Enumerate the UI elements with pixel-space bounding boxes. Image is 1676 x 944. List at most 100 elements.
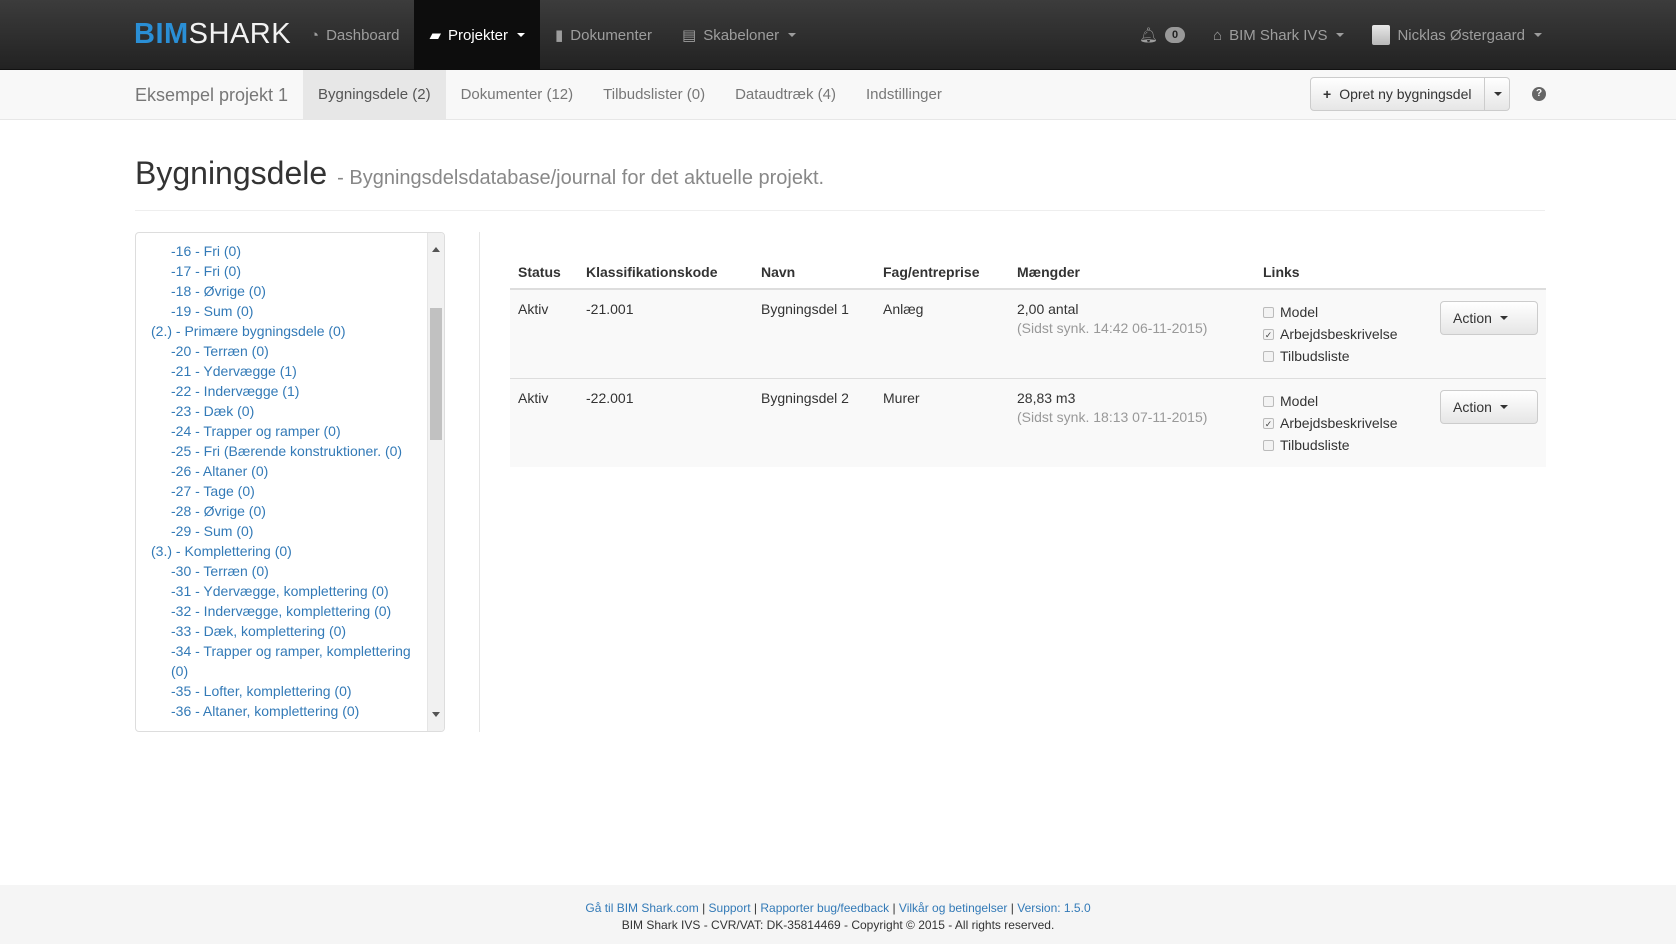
footer-link-support[interactable]: Support xyxy=(709,901,751,915)
chevron-down-icon xyxy=(1534,33,1542,37)
tree-item[interactable]: -23 - Dæk (0) xyxy=(151,401,426,421)
link-model[interactable]: Model xyxy=(1263,390,1424,412)
tab-dataudtraek[interactable]: Dataudtræk (4) xyxy=(720,70,851,120)
cell-fag: Murer xyxy=(875,378,1009,467)
page-subtitle: - Bygningsdelsdatabase/journal for det a… xyxy=(337,167,825,189)
tree-item[interactable]: -28 - Øvrige (0) xyxy=(151,501,426,521)
tab-tilbudslister[interactable]: Tilbudslister (0) xyxy=(588,70,720,120)
checkbox-arbejdsbeskrivelse[interactable]: ✓ xyxy=(1263,328,1274,340)
plus-icon: + xyxy=(1323,86,1332,102)
cell-name: Bygningsdel 2 xyxy=(753,378,875,467)
brand-logo[interactable]: BIM SHARK xyxy=(134,14,291,54)
tab-dokumenter[interactable]: Dokumenter (12) xyxy=(446,70,589,120)
nav-dokumenter[interactable]: ▮ Dokumenter xyxy=(540,0,667,70)
scroll-thumb[interactable] xyxy=(430,308,442,440)
file-icon: ▮ xyxy=(555,27,564,44)
link-tilbudsliste[interactable]: Tilbudsliste xyxy=(1263,434,1424,456)
footer-link-bimshark[interactable]: Gå til BIM Shark.com xyxy=(585,901,698,915)
tree-item[interactable]: -16 - Fri (0) xyxy=(151,241,426,261)
nav-projekter[interactable]: ▰ Projekter xyxy=(414,0,541,70)
help-icon[interactable]: ? xyxy=(1532,87,1546,101)
tree-item[interactable]: -34 - Trapper og ramper, komplettering xyxy=(151,641,426,661)
action-button[interactable]: Action xyxy=(1440,301,1538,335)
column-header-name: Navn xyxy=(753,255,875,290)
tree-item[interactable]: -18 - Øvrige (0) xyxy=(151,281,426,301)
nav-dashboard[interactable]: ◔ Dashboard xyxy=(295,0,414,70)
link-model[interactable]: Model xyxy=(1263,301,1424,323)
link-arbejdsbeskrivelse-label: Arbejdsbeskrivelse xyxy=(1280,415,1398,431)
cell-action: Action xyxy=(1432,288,1546,379)
page-header: Bygningsdele - Bygningsdelsdatabase/jour… xyxy=(135,155,824,192)
tree-item[interactable]: (0) xyxy=(151,661,426,681)
nav-skabeloner[interactable]: ▤ Skabeloner xyxy=(667,0,811,70)
tree-list: -16 - Fri (0) -17 - Fri (0) -18 - Øvrige (… xyxy=(151,241,426,721)
tree-item[interactable]: -19 - Sum (0) xyxy=(151,301,426,321)
link-arbejdsbeskrivelse[interactable]: ✓ Arbejdsbeskrivelse xyxy=(1263,323,1424,345)
checkbox-model[interactable] xyxy=(1263,395,1274,407)
scroll-up-icon[interactable] xyxy=(432,247,440,252)
create-button-group: + Opret ny bygningsdel xyxy=(1310,77,1510,111)
column-header-status: Status xyxy=(510,255,578,290)
cell-status: Aktiv xyxy=(510,288,578,379)
project-name[interactable]: Eksempel projekt 1 xyxy=(135,70,288,120)
column-header-action xyxy=(1432,255,1546,290)
cell-code: -21.001 xyxy=(578,288,753,379)
file-text-icon: ▤ xyxy=(682,27,697,44)
checkbox-tilbudsliste[interactable] xyxy=(1263,439,1274,451)
column-header-amount: Mængder xyxy=(1009,255,1255,290)
tab-indstillinger[interactable]: Indstillinger xyxy=(851,70,957,120)
amount-value: 2,00 antal xyxy=(1017,301,1079,317)
folder-open-icon: ▰ xyxy=(429,27,441,44)
brand-logo-part1: BIM xyxy=(134,17,189,50)
create-bygningsdel-label: Opret ny bygningsdel xyxy=(1339,86,1472,102)
footer-link-terms[interactable]: Vilkår og betingelser xyxy=(899,901,1008,915)
checkbox-model[interactable] xyxy=(1263,306,1274,318)
tree-item[interactable]: -29 - Sum (0) xyxy=(151,521,426,541)
tree-item[interactable]: -17 - Fri (0) xyxy=(151,261,426,281)
page-title: Bygningsdele xyxy=(135,155,328,191)
tree-scrollbar[interactable] xyxy=(427,233,444,731)
tree-item[interactable]: -22 - Indervægge (1) xyxy=(151,381,426,401)
tree-item[interactable]: -30 - Terræn (0) xyxy=(151,561,426,581)
create-dropdown-toggle[interactable] xyxy=(1484,77,1510,111)
footer-link-bug[interactable]: Rapporter bug/feedback xyxy=(760,901,889,915)
cell-name: Bygningsdel 1 xyxy=(753,288,875,379)
link-arbejdsbeskrivelse[interactable]: ✓ Arbejdsbeskrivelse xyxy=(1263,412,1424,434)
link-tilbudsliste[interactable]: Tilbudsliste xyxy=(1263,345,1424,367)
checkbox-tilbudsliste[interactable] xyxy=(1263,350,1274,362)
tree-item[interactable]: (3.) - Komplettering (0) xyxy=(151,541,426,561)
cell-code: -22.001 xyxy=(578,378,753,467)
tab-bygningsdele[interactable]: Bygningsdele (2) xyxy=(303,70,446,120)
link-model-label: Model xyxy=(1280,304,1319,320)
cell-fag: Anlæg xyxy=(875,288,1009,379)
tree-item[interactable]: -35 - Lofter, komplettering (0) xyxy=(151,681,426,701)
checkbox-arbejdsbeskrivelse[interactable]: ✓ xyxy=(1263,417,1274,429)
column-header-code: Klassifikationskode xyxy=(578,255,753,290)
tree-item[interactable]: -32 - Indervægge, komplettering (0) xyxy=(151,601,426,621)
tree-item[interactable]: (2.) - Primære bygningsdele (0) xyxy=(151,321,426,341)
table-row: Aktiv -21.001 Bygningsdel 1 Anlæg 2,00 a… xyxy=(510,288,1546,379)
tree-item[interactable]: -31 - Ydervægge, komplettering (0) xyxy=(151,581,426,601)
bell-icon: 🔔︎ xyxy=(1138,27,1159,44)
scroll-down-icon[interactable] xyxy=(432,712,440,717)
tree-item[interactable]: -25 - Fri (Bærende konstruktioner. (0) xyxy=(151,441,426,461)
tree-item[interactable]: -36 - Altaner, komplettering (0) xyxy=(151,701,426,721)
user-menu[interactable]: Nicklas Østergaard xyxy=(1358,0,1556,70)
tree-item[interactable]: -20 - Terræn (0) xyxy=(151,341,426,361)
tree-item[interactable]: -33 - Dæk, komplettering (0) xyxy=(151,621,426,641)
notifications-button[interactable]: 🔔︎ 0 xyxy=(1125,0,1199,70)
link-model-label: Model xyxy=(1280,393,1319,409)
chevron-down-icon xyxy=(1499,316,1508,320)
tree-item[interactable]: -27 - Tage (0) xyxy=(151,481,426,501)
tree-item[interactable]: -21 - Ydervægge (1) xyxy=(151,361,426,381)
company-menu[interactable]: ⌂ BIM Shark IVS xyxy=(1199,0,1358,70)
tree-item[interactable]: -26 - Altaner (0) xyxy=(151,461,426,481)
table-row: Aktiv -22.001 Bygningsdel 2 Murer 28,83 … xyxy=(510,378,1546,467)
chevron-down-icon xyxy=(1499,405,1508,409)
top-navbar: BIM SHARK ◔ Dashboard ▰ Projekter ▮ Dokum… xyxy=(0,0,1676,70)
action-button[interactable]: Action xyxy=(1440,390,1538,424)
footer-version[interactable]: Version: 1.5.0 xyxy=(1017,901,1090,915)
tree-item[interactable]: -24 - Trapper og ramper (0) xyxy=(151,421,426,441)
create-bygningsdel-button[interactable]: + Opret ny bygningsdel xyxy=(1310,77,1485,111)
cell-action: Action xyxy=(1432,378,1546,467)
